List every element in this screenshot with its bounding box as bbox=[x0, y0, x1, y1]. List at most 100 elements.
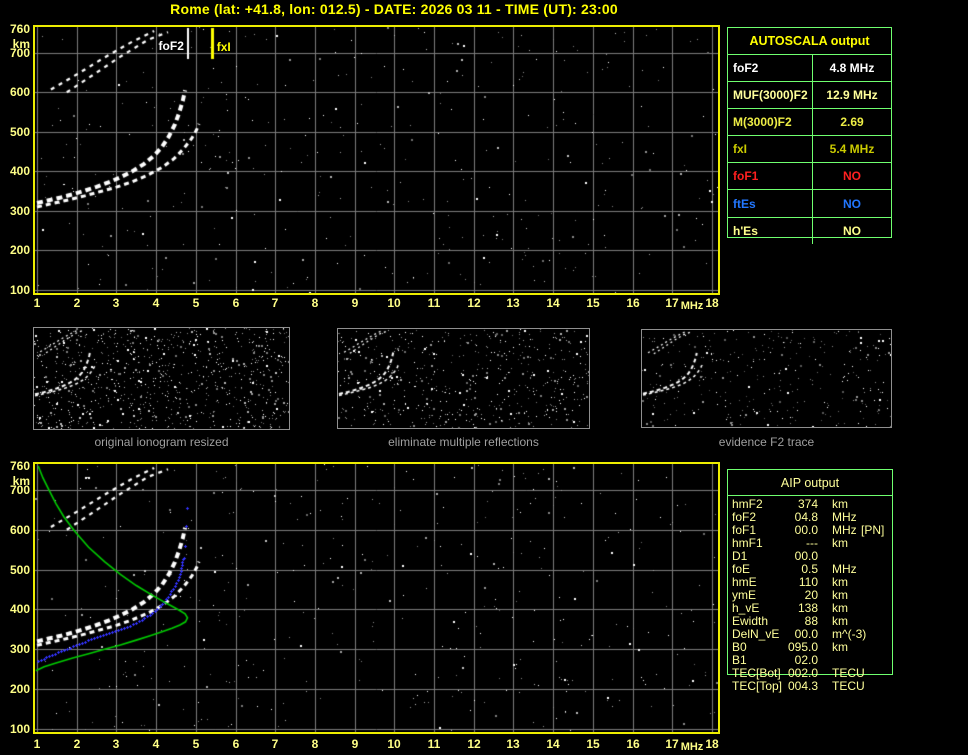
x-axis-unit-label: MHz bbox=[680, 741, 704, 753]
autoscala-param-value: NO bbox=[843, 196, 861, 211]
x-tick-label: 14 bbox=[546, 296, 560, 310]
autoscala-output-table: AUTOSCALA output foF2 4.8 MHz MUF(3000)F2 1… bbox=[727, 27, 892, 244]
autoscala-param-label: MUF(3000)F2 bbox=[728, 82, 813, 109]
autoscala-row-1: MUF(3000)F2 12.9 MHz bbox=[728, 81, 891, 109]
y-tick-label: 300 bbox=[9, 204, 30, 218]
x-tick-label: 7 bbox=[271, 737, 279, 751]
aip-param-value: 004.3 bbox=[787, 679, 818, 693]
aip-table-title: AIP output bbox=[728, 470, 892, 496]
x-tick-label: 13 bbox=[506, 296, 520, 310]
x-tick-label: 7 bbox=[271, 296, 279, 310]
autoscala-param-value: 12.9 MHz bbox=[826, 88, 878, 103]
y-tick-label: 400 bbox=[9, 602, 30, 616]
aip-row-14: TEC[Top] 004.3 TECU bbox=[728, 680, 892, 693]
x-tick-label: 6 bbox=[232, 296, 240, 310]
x-tick-label: 1 bbox=[33, 296, 41, 310]
aip-param-unit: TECU bbox=[832, 679, 865, 693]
aip-param-unit: km bbox=[832, 640, 848, 654]
autoscala-param-value: 5.4 MHz bbox=[829, 142, 875, 157]
panel-evidence-f2 bbox=[641, 329, 892, 428]
y-tick-label: 600 bbox=[9, 85, 30, 99]
x-tick-label: 4 bbox=[152, 296, 160, 310]
panel-evidence-canvas bbox=[642, 330, 891, 427]
x-tick-label: 12 bbox=[467, 296, 481, 310]
autoscala-row-4: foF1 NO bbox=[728, 162, 891, 190]
autoscala-row-6: h'Es NO bbox=[728, 216, 891, 244]
x-tick-label: 9 bbox=[351, 737, 359, 751]
ionogram-top-plot bbox=[33, 25, 720, 295]
x-tick-label: 6 bbox=[232, 737, 240, 751]
autoscala-param-label: fxI bbox=[728, 136, 813, 163]
x-tick-label: 9 bbox=[351, 296, 359, 310]
x-tick-label: 8 bbox=[311, 737, 319, 751]
x-tick-label: 16 bbox=[626, 296, 640, 310]
x-tick-label: 2 bbox=[73, 296, 81, 310]
panel-original-canvas bbox=[34, 328, 289, 429]
autoscala-param-label: ftEs bbox=[728, 190, 813, 217]
y-tick-label: 400 bbox=[9, 164, 30, 178]
autoscala-row-2: M(3000)F2 2.69 bbox=[728, 108, 891, 136]
autoscala-table-title: AUTOSCALA output bbox=[749, 34, 870, 48]
aip-table-rows: hmF2 374 km foF2 04.8 MHz foF1 00.0 MHz [PN] hmF1-… bbox=[728, 498, 892, 693]
autoscala-row-3: fxI 5.4 MHz bbox=[728, 135, 891, 163]
y-tick-label: 500 bbox=[9, 563, 30, 577]
autoscala-param-label: foF1 bbox=[728, 163, 813, 190]
panel-eliminate-canvas bbox=[338, 329, 589, 428]
x-tick-label: 8 bbox=[311, 296, 319, 310]
autoscala-param-value: NO bbox=[843, 169, 861, 184]
autoscala-row-0: foF2 4.8 MHz bbox=[728, 54, 891, 82]
panel-original-ionogram bbox=[33, 327, 290, 430]
x-tick-label: 14 bbox=[546, 737, 560, 751]
fxI-marker-label: fxI bbox=[216, 40, 231, 54]
autoscala-param-value: 2.69 bbox=[840, 115, 864, 130]
y-tick-label: 100 bbox=[9, 722, 30, 736]
x-tick-label: 12 bbox=[467, 737, 481, 751]
panel-caption-evidence: evidence F2 trace bbox=[718, 435, 815, 449]
y-axis-unit-label: km bbox=[12, 37, 30, 51]
x-tick-label: 16 bbox=[626, 737, 640, 751]
x-tick-label: 11 bbox=[427, 737, 441, 751]
x-tick-label: 15 bbox=[586, 296, 600, 310]
panel-caption-eliminate: eliminate multiple reflections bbox=[388, 435, 539, 449]
x-tick-label: 3 bbox=[112, 737, 120, 751]
y-tick-label: 200 bbox=[9, 243, 30, 257]
aip-output-table: AIP output hmF2 374 km foF2 04.8 MHz foF1 00.0 M… bbox=[727, 469, 893, 693]
y-tick-label: 200 bbox=[9, 682, 30, 696]
y-tick-label: 300 bbox=[9, 642, 30, 656]
x-tick-label: 1 bbox=[33, 737, 41, 751]
ionogram-bottom-canvas bbox=[35, 464, 718, 732]
x-tick-label: 4 bbox=[152, 737, 160, 751]
ionogram-bottom-plot bbox=[33, 462, 720, 734]
autoscala-row-5: ftEs NO bbox=[728, 189, 891, 217]
x-tick-label: 10 bbox=[387, 737, 401, 751]
y-tick-label: 100 bbox=[9, 283, 30, 297]
autoscala-window: Rome (lat: +41.8, lon: 012.5) - DATE: 20… bbox=[0, 0, 968, 755]
aip-param-unit: km bbox=[832, 536, 848, 550]
autoscala-param-value: 4.8 MHz bbox=[829, 61, 875, 76]
x-tick-label: 15 bbox=[586, 737, 600, 751]
ionogram-top-canvas bbox=[35, 27, 718, 293]
panel-caption-original: original ionogram resized bbox=[94, 435, 229, 449]
y-tick-label: 760 bbox=[9, 22, 30, 36]
x-tick-label: 3 bbox=[112, 296, 120, 310]
autoscala-param-label: foF2 bbox=[728, 55, 813, 82]
y-tick-label: 600 bbox=[9, 523, 30, 537]
x-tick-label: 5 bbox=[192, 737, 200, 751]
y-tick-label: 760 bbox=[9, 459, 30, 473]
x-axis-unit-label: MHz bbox=[680, 300, 704, 312]
x-tick-label: 5 bbox=[192, 296, 200, 310]
panel-eliminate-reflections bbox=[337, 328, 590, 429]
autoscala-param-label: h'Es bbox=[728, 217, 813, 244]
x-tick-label: 11 bbox=[427, 296, 441, 310]
autoscala-table-rows: foF2 4.8 MHz MUF(3000)F2 12.9 MHz M(3000)F2 2… bbox=[728, 54, 891, 244]
x-tick-label: 10 bbox=[387, 296, 401, 310]
x-tick-label: 13 bbox=[506, 737, 520, 751]
y-axis-unit-label: km bbox=[12, 474, 30, 488]
autoscala-param-label: M(3000)F2 bbox=[728, 109, 813, 136]
x-tick-label: 2 bbox=[73, 737, 81, 751]
aip-param-note: [PN] bbox=[861, 523, 885, 537]
page-title: Rome (lat: +41.8, lon: 012.5) - DATE: 20… bbox=[170, 1, 618, 17]
foF2-marker-label: foF2 bbox=[158, 39, 184, 53]
y-tick-label: 500 bbox=[9, 125, 30, 139]
autoscala-param-value: NO bbox=[843, 223, 861, 238]
